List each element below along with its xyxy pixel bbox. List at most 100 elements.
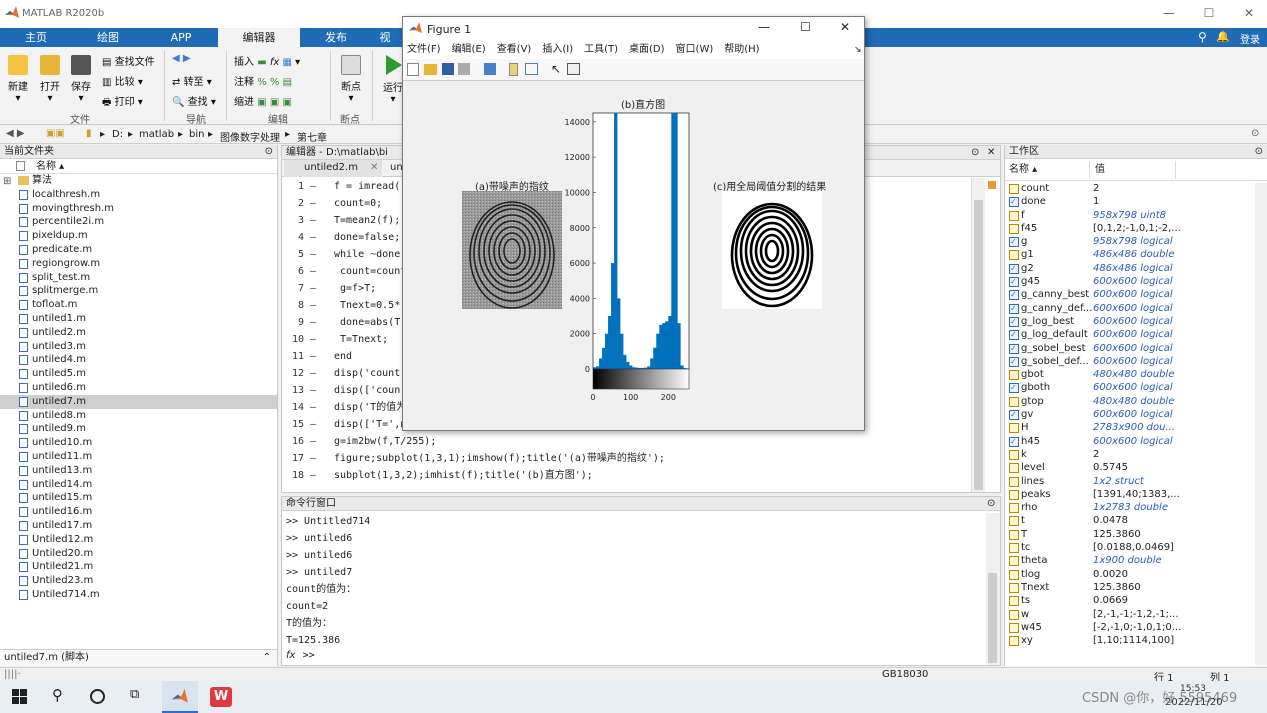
panel-menu-icon[interactable]: ⊙ xyxy=(1255,145,1263,159)
workspace-variable-row[interactable]: ✓ h45 600x600 logical xyxy=(1005,435,1267,448)
link-plot-icon[interactable] xyxy=(484,63,496,75)
colorbar-icon[interactable] xyxy=(509,63,518,76)
file-item[interactable]: untiled14.m xyxy=(0,478,277,492)
goto-button[interactable]: ⇄ 转至 ▾ xyxy=(172,73,212,88)
figure-menu-item[interactable]: 窗口(W) xyxy=(676,44,714,55)
editor-tab[interactable]: untiled2.m ✕ xyxy=(284,160,382,177)
file-item[interactable]: Untiled21.m xyxy=(0,560,277,574)
workspace-variable-row[interactable]: f 958x798 uint8 xyxy=(1005,209,1267,222)
back-forward-icon[interactable]: ◀ ▶ xyxy=(6,128,25,139)
file-item[interactable]: localthresh.m xyxy=(0,188,277,202)
close-tab-icon[interactable]: ✕ xyxy=(370,162,378,173)
workspace-variable-row[interactable]: ✓ done 1 xyxy=(1005,195,1267,208)
tab-editor[interactable]: 编辑器 xyxy=(218,28,300,47)
workspace-scrollbar[interactable] xyxy=(1255,183,1267,665)
figure-minimize-button[interactable]: — xyxy=(758,20,770,34)
workspace-variable-row[interactable]: ✓ g_sobel_def... 600x600 logical xyxy=(1005,355,1267,368)
file-item[interactable]: untiled17.m xyxy=(0,519,277,533)
file-item[interactable]: untiled16.m xyxy=(0,505,277,519)
chevron-up-icon[interactable]: ⌃ xyxy=(263,650,271,666)
file-item[interactable]: untiled8.m xyxy=(0,409,277,423)
open-button[interactable]: 打开 ▾ xyxy=(36,55,64,104)
file-item[interactable]: untiled4.m xyxy=(0,353,277,367)
save-figure-icon[interactable] xyxy=(442,63,454,75)
comment-button[interactable]: 注释 % % ▤ xyxy=(234,73,292,88)
command-scrollbar[interactable] xyxy=(986,513,1000,665)
bell-icon[interactable]: 🔔 xyxy=(1216,30,1230,43)
workspace-variable-row[interactable]: ✓ g 958x798 logical xyxy=(1005,235,1267,248)
file-item[interactable]: regiongrow.m xyxy=(0,257,277,271)
close-button[interactable]: ✕ xyxy=(1234,6,1264,24)
tab-home[interactable]: 主页 xyxy=(10,28,62,47)
breadcrumb-chapter[interactable]: 第七章 xyxy=(297,129,327,144)
back-forward-buttons[interactable]: ◀ ▶ xyxy=(172,53,191,64)
workspace-variable-row[interactable]: theta 1x900 double xyxy=(1005,554,1267,567)
file-details-bar[interactable]: untiled7.m (脚本) ⌃ xyxy=(0,649,277,666)
cortana-icon[interactable] xyxy=(90,689,105,704)
workspace-variable-row[interactable]: ✓ g_log_default 600x600 logical xyxy=(1005,328,1267,341)
file-item[interactable]: untiled11.m xyxy=(0,450,277,464)
workspace-variable-row[interactable]: ✓ g_log_best 600x600 logical xyxy=(1005,315,1267,328)
find-button[interactable]: 🔍 查找 ▾ xyxy=(172,93,216,108)
workspace-variable-row[interactable]: H 2783x900 dou... xyxy=(1005,421,1267,434)
file-item[interactable]: tofloat.m xyxy=(0,298,277,312)
maximize-button[interactable]: ☐ xyxy=(1194,6,1224,24)
workspace-variable-row[interactable]: t 0.0478 xyxy=(1005,514,1267,527)
figure-close-button[interactable]: ✕ xyxy=(840,20,850,34)
workspace-variable-row[interactable]: ✓ gv 600x600 logical xyxy=(1005,408,1267,421)
tab-apps[interactable]: APP xyxy=(155,28,207,47)
workspace-variable-row[interactable]: ts 0.0669 xyxy=(1005,594,1267,607)
workspace-variable-row[interactable]: tlog 0.0020 xyxy=(1005,568,1267,581)
windows-start-icon[interactable] xyxy=(12,689,27,704)
tab-plots[interactable]: 绘图 xyxy=(82,28,134,47)
figure-menu-item[interactable]: 编辑(E) xyxy=(452,44,486,55)
file-item[interactable]: percentile2i.m xyxy=(0,215,277,229)
file-item[interactable]: splitmerge.m xyxy=(0,284,277,298)
collapse-toolstrip-icon[interactable]: ⊙ xyxy=(1251,128,1259,139)
close-icon[interactable]: ✕ xyxy=(987,146,995,160)
wps-app-icon[interactable]: W xyxy=(210,687,232,707)
dock-arrow-icon[interactable]: ↘ xyxy=(854,41,862,59)
workspace-variable-row[interactable]: k2 xyxy=(1005,448,1267,461)
minimize-button[interactable]: — xyxy=(1154,6,1184,24)
figure-maximize-button[interactable]: ☐ xyxy=(800,20,811,34)
new-figure-icon[interactable] xyxy=(407,63,419,76)
workspace-variable-row[interactable]: Tnext 125.3860 xyxy=(1005,581,1267,594)
code-line[interactable]: 16— g=im2bw(f,T/255); xyxy=(282,433,972,450)
file-item[interactable]: untiled9.m xyxy=(0,422,277,436)
file-item[interactable]: untiled6.m xyxy=(0,381,277,395)
save-button[interactable]: 保存 ▾ xyxy=(67,55,95,104)
workspace-variable-row[interactable]: ✓ g45 600x600 logical xyxy=(1005,275,1267,288)
panel-menu-icon[interactable]: ⊙ xyxy=(987,497,995,511)
up-folder-icon[interactable]: ▣▣ xyxy=(46,128,65,139)
property-editor-icon[interactable] xyxy=(567,63,580,75)
pointer-icon[interactable]: ↖ xyxy=(551,62,561,76)
workspace-variable-row[interactable]: ✓ g_canny_def... 600x600 logical xyxy=(1005,302,1267,315)
panel-menu-icon[interactable]: ⊙ xyxy=(971,146,979,160)
workspace-variable-row[interactable]: ✓ g2 486x486 logical xyxy=(1005,262,1267,275)
indent-button[interactable]: 缩进 ▣ ▣ ▣ xyxy=(234,93,292,108)
open-file-icon[interactable] xyxy=(424,64,437,75)
col-value-header[interactable]: 值 xyxy=(1095,159,1105,181)
new-button[interactable]: 新建 ▾ xyxy=(4,55,32,104)
search-icon[interactable]: ⚲ xyxy=(1198,30,1207,44)
workspace-variable-row[interactable]: ✓ g_canny_best 600x600 logical xyxy=(1005,288,1267,301)
file-item[interactable]: untiled5.m xyxy=(0,367,277,381)
code-line[interactable]: 18— subplot(1,3,2);imhist(f);title('(b)直方… xyxy=(282,467,972,484)
workspace-variable-row[interactable]: level 0.5745 xyxy=(1005,461,1267,474)
workspace-variable-row[interactable]: peaks [1391,40;1383,... xyxy=(1005,488,1267,501)
workspace-variable-row[interactable]: gtop 480x480 double xyxy=(1005,395,1267,408)
workspace-variable-row[interactable]: w [2,-1,-1;-1,2,-1;... xyxy=(1005,608,1267,621)
command-prompt[interactable]: fx >> xyxy=(282,647,986,665)
file-item[interactable]: untiled2.m xyxy=(0,326,277,340)
file-item[interactable]: untiled7.m xyxy=(0,394,277,409)
breadcrumb-drive[interactable]: D: xyxy=(112,129,123,140)
file-item[interactable]: untiled3.m xyxy=(0,340,277,354)
file-item[interactable]: split_test.m xyxy=(0,271,277,285)
workspace-variable-row[interactable]: lines 1x2 struct xyxy=(1005,475,1267,488)
workspace-variable-row[interactable]: xy [1,10;1114,100] xyxy=(1005,634,1267,647)
panel-menu-icon[interactable]: ⊙ xyxy=(265,145,273,159)
file-item[interactable]: untiled15.m xyxy=(0,491,277,505)
task-view-icon[interactable]: ⧉ xyxy=(130,687,139,702)
figure-menu-item[interactable]: 文件(F) xyxy=(407,44,441,55)
